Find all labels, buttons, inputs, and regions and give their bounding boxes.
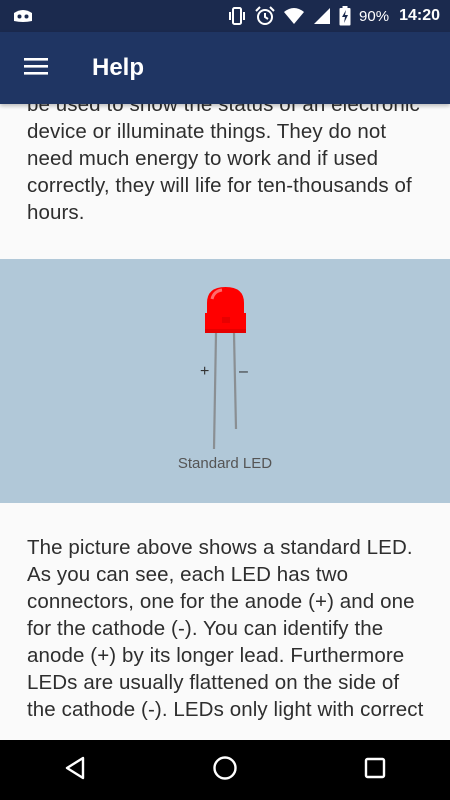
figure-caption: Standard LED [177,455,273,472]
status-bar: 90% 14:20 [0,0,450,32]
wifi-icon [283,7,305,25]
battery-percent: 90% [359,7,390,25]
app-bar: Help [0,32,450,104]
anode-label: + [200,363,210,380]
alarm-icon [255,6,275,26]
cathode-label: – [239,363,248,380]
clock-time: 14:20 [399,7,440,24]
help-paragraph-top: be used to show the status of an electro… [27,104,420,224]
signal-icon [313,7,331,25]
back-button[interactable] [35,740,115,800]
recents-square-icon [364,757,386,783]
page-title: Help [92,54,145,81]
home-circle-icon [212,755,238,785]
led-figure: + – Standard LED [0,259,450,503]
battery-charging-icon [339,6,351,26]
back-triangle-icon [64,756,86,784]
recents-button[interactable] [335,740,415,800]
led-rim [205,329,246,333]
vibrate-icon [227,7,247,25]
led-cathode-lead [232,332,238,430]
led-dome [207,287,244,313]
help-content[interactable]: be used to show the status of an electro… [0,104,450,740]
hamburger-menu-icon [23,56,49,80]
android-debug-icon [12,8,34,24]
navigation-bar [0,740,450,800]
menu-button[interactable] [0,32,72,104]
home-button[interactable] [185,740,265,800]
help-paragraph-bottom: The picture above shows a standard LED. … [27,536,424,721]
led-anode-lead [212,332,218,450]
